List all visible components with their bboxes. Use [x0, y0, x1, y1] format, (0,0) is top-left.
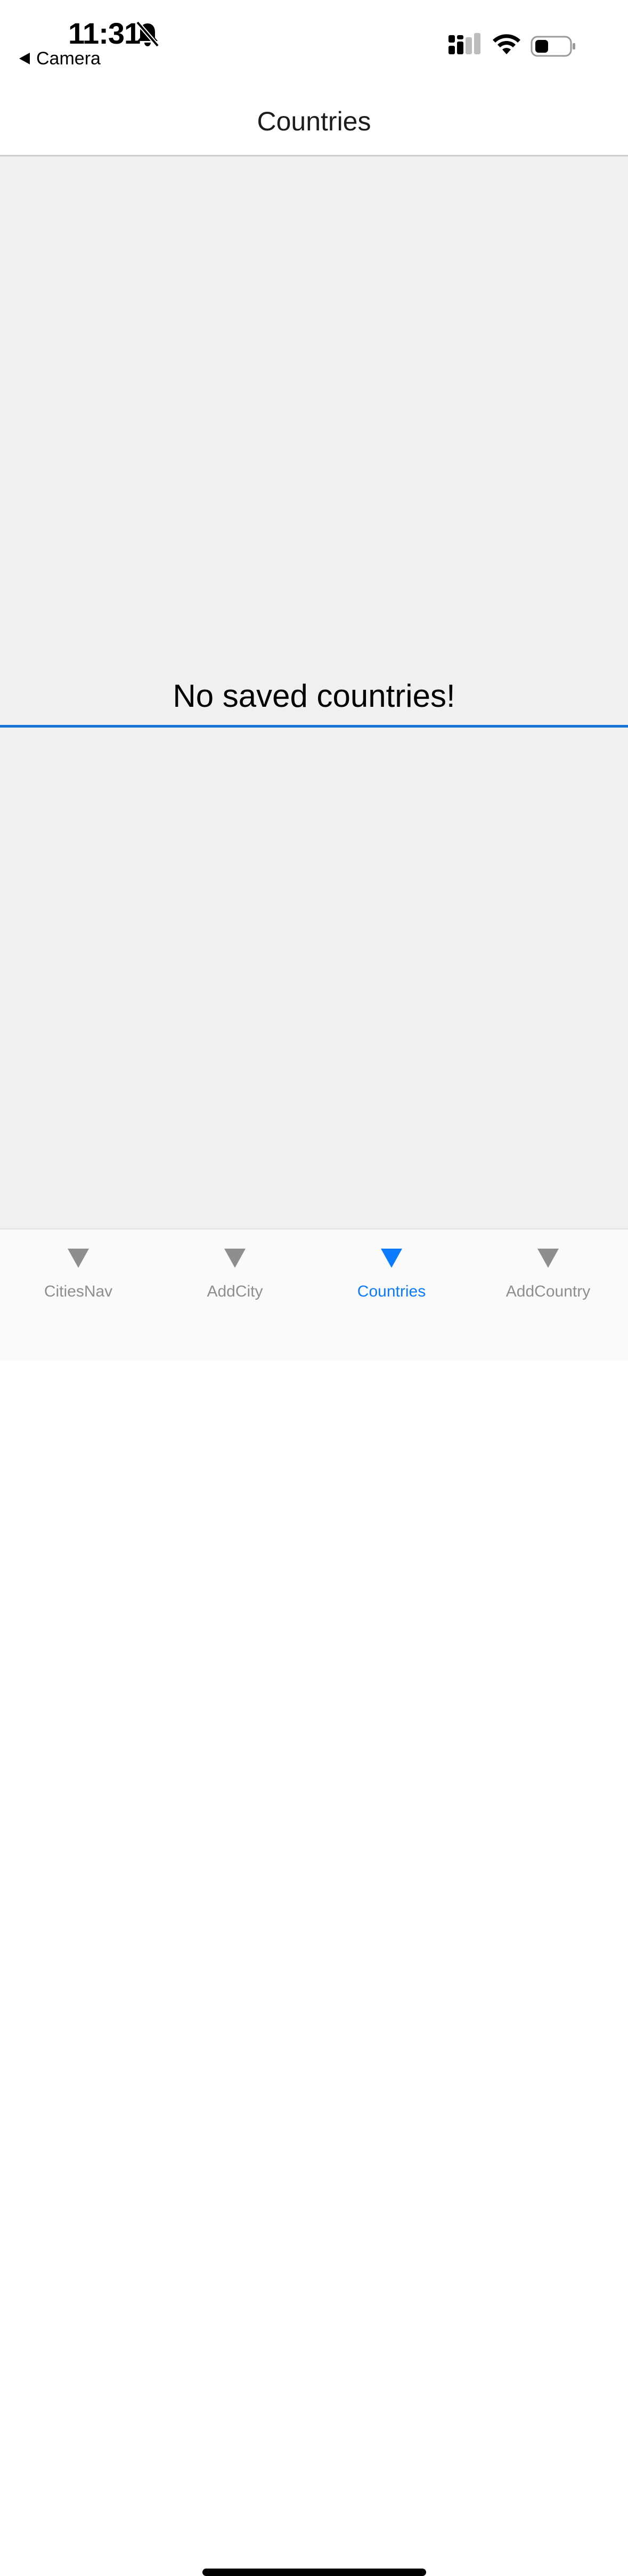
page-title: Countries: [257, 106, 371, 136]
tab-addcity[interactable]: AddCity: [157, 1229, 313, 1309]
tab-label: Countries: [357, 1283, 426, 1300]
status-time: 11:31: [68, 16, 141, 50]
cellular-signal-icon: [448, 33, 480, 54]
triangle-down-icon: [381, 1249, 402, 1268]
back-triangle-icon: [19, 53, 30, 64]
back-app-label: Camera: [36, 48, 101, 69]
tab-label: AddCity: [207, 1283, 263, 1300]
triangle-down-icon: [224, 1249, 246, 1268]
tab-bar: CitiesNav AddCity Countries AddCountry: [0, 1228, 628, 2576]
battery-icon: [531, 36, 575, 57]
bell-slash-icon: [135, 21, 160, 47]
triangle-down-icon: [68, 1249, 89, 1268]
back-to-app-button[interactable]: Camera: [19, 48, 101, 69]
tab-addcountry[interactable]: AddCountry: [470, 1229, 626, 1309]
navigation-header: Countries: [0, 90, 628, 156]
wifi-icon: [493, 34, 520, 54]
empty-state-message: No saved countries!: [173, 678, 455, 714]
tab-label: AddCountry: [505, 1283, 591, 1300]
home-indicator[interactable]: [202, 2569, 426, 2576]
status-bar: 11:31 Camera: [0, 0, 628, 90]
tab-label: CitiesNav: [44, 1283, 113, 1300]
countries-content: No saved countries!: [0, 156, 628, 1228]
accent-divider: [0, 725, 628, 728]
tab-countries[interactable]: Countries: [313, 1229, 470, 1309]
triangle-down-icon: [537, 1249, 559, 1268]
tab-citiesnav[interactable]: CitiesNav: [0, 1229, 157, 1309]
